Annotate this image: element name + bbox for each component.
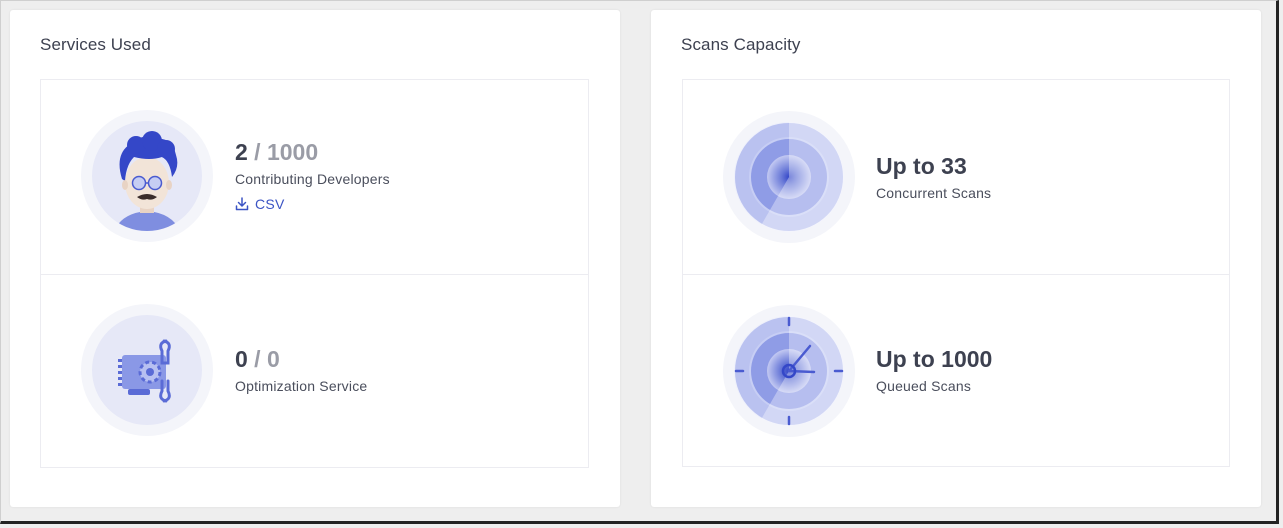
optimization-avatar bbox=[81, 304, 213, 436]
concurrent-label: Concurrent Scans bbox=[876, 185, 992, 201]
queued-row: Up to 1000 Queued Scans bbox=[683, 274, 1229, 468]
optimization-stat: 0 / 0 Optimization Service bbox=[235, 345, 367, 394]
csv-download-link[interactable]: CSV bbox=[235, 196, 390, 212]
scans-capacity-card: Scans Capacity Up to 33 Concurrent Scans… bbox=[651, 10, 1261, 507]
concurrent-row: Up to 33 Concurrent Scans bbox=[683, 80, 1229, 275]
optimization-count: 0 / 0 bbox=[235, 346, 280, 372]
optimization-icon bbox=[118, 339, 171, 403]
services-panel: 2 / 1000 Contributing Developers CSV 0 /… bbox=[40, 79, 589, 468]
clock-radar-icon bbox=[734, 316, 844, 426]
developer-avatar bbox=[81, 110, 213, 242]
concurrent-stat: Up to 33 Concurrent Scans bbox=[876, 152, 991, 201]
radar-icon bbox=[735, 122, 844, 232]
developers-row: 2 / 1000 Contributing Developers CSV bbox=[41, 80, 588, 275]
developers-count: 2 / 1000 bbox=[235, 139, 319, 165]
concurrent-avatar bbox=[723, 111, 855, 243]
developers-label: Contributing Developers bbox=[235, 171, 390, 187]
capacity-panel: Up to 33 Concurrent Scans Up to 1000 Que… bbox=[682, 79, 1230, 467]
concurrent-value: Up to 33 bbox=[876, 153, 967, 179]
services-used-title: Services Used bbox=[40, 35, 151, 54]
developer-icon bbox=[114, 131, 180, 231]
queued-value: Up to 1000 bbox=[876, 346, 993, 372]
download-icon bbox=[235, 197, 249, 211]
optimization-row: 0 / 0 Optimization Service bbox=[41, 274, 588, 468]
developers-stat: 2 / 1000 Contributing Developers CSV bbox=[235, 138, 390, 212]
scans-capacity-title: Scans Capacity bbox=[681, 35, 801, 54]
queued-stat: Up to 1000 Queued Scans bbox=[876, 345, 992, 394]
optimization-label: Optimization Service bbox=[235, 378, 368, 394]
queued-avatar bbox=[723, 305, 855, 437]
queued-label: Queued Scans bbox=[876, 378, 972, 394]
services-used-card: Services Used 2 / 1000 Contributing Deve… bbox=[10, 10, 620, 507]
